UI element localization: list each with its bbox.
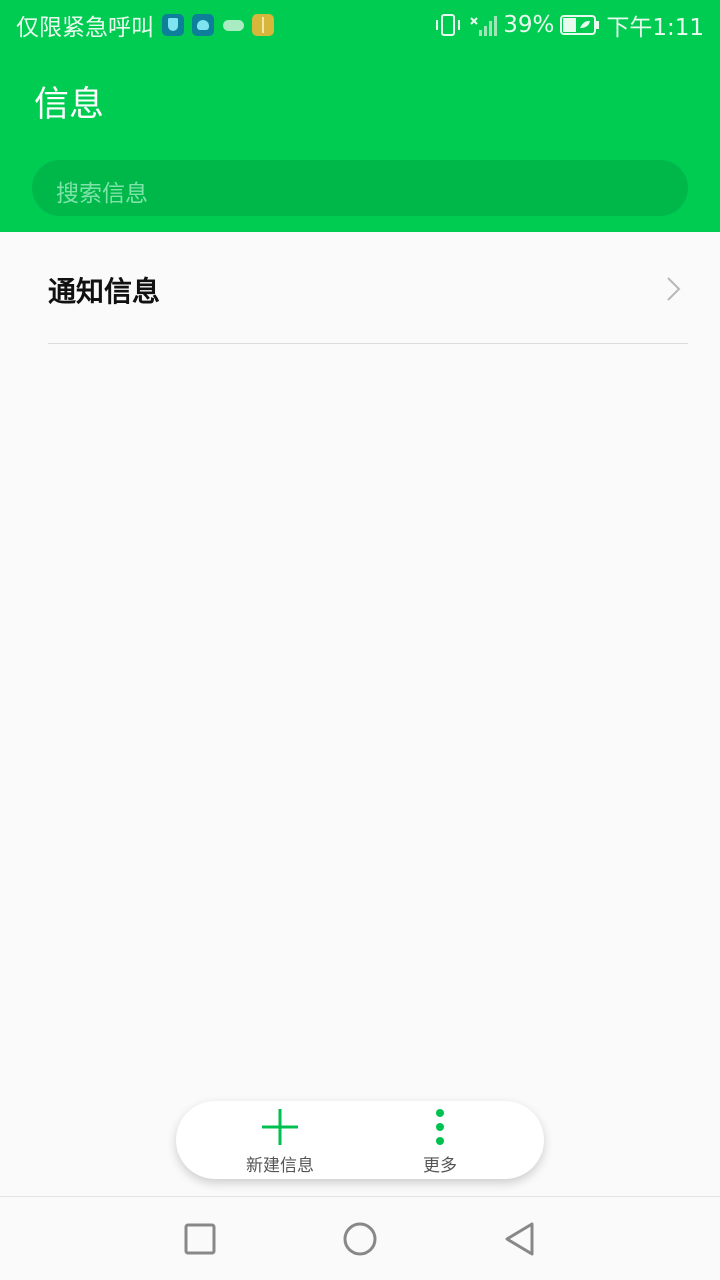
- home-icon[interactable]: [340, 1219, 380, 1259]
- plus-icon: [262, 1109, 298, 1145]
- status-bar: 仅限紧急呼叫 39% 下午1:11: [0, 0, 720, 50]
- messages-screen: 仅限紧急呼叫 39% 下午1:11 信息 搜索信息 通知信息 新建信息 更多: [0, 0, 720, 1280]
- more-label: 更多: [423, 1156, 457, 1176]
- clock: 下午1:11: [606, 15, 704, 41]
- system-nav-bar: [0, 1196, 720, 1280]
- recents-icon[interactable]: [180, 1219, 220, 1259]
- new-message-label: 新建信息: [246, 1156, 314, 1176]
- app-header: 仅限紧急呼叫 39% 下午1:11 信息 搜索信息: [0, 0, 720, 232]
- more-button[interactable]: 更多: [370, 1101, 510, 1179]
- heart-app-icon: [192, 14, 214, 36]
- no-signal-icon: [470, 16, 498, 36]
- list-item-notifications[interactable]: 通知信息: [0, 232, 720, 344]
- back-icon[interactable]: [500, 1219, 540, 1259]
- cloud-icon: [222, 14, 244, 36]
- battery-icon: [560, 15, 600, 35]
- page-title: 信息: [34, 85, 105, 125]
- status-left: 仅限紧急呼叫: [16, 10, 274, 41]
- status-right: 39% 下午1:11: [433, 10, 704, 41]
- search-placeholder: 搜索信息: [56, 181, 148, 207]
- carrier-text: 仅限紧急呼叫: [16, 15, 154, 41]
- battery-percent: 39%: [503, 12, 555, 38]
- more-vertical-icon: [436, 1109, 444, 1145]
- search-input[interactable]: 搜索信息: [32, 160, 688, 216]
- vibrate-icon: [436, 14, 461, 36]
- list-divider: [48, 343, 688, 344]
- chevron-right-icon: [667, 277, 681, 301]
- gift-app-icon: [252, 14, 274, 36]
- new-message-button[interactable]: 新建信息: [210, 1101, 350, 1179]
- list-item-label: 通知信息: [48, 275, 161, 308]
- bottom-action-bar: 新建信息 更多: [176, 1101, 544, 1179]
- shield-app-icon: [162, 14, 184, 36]
